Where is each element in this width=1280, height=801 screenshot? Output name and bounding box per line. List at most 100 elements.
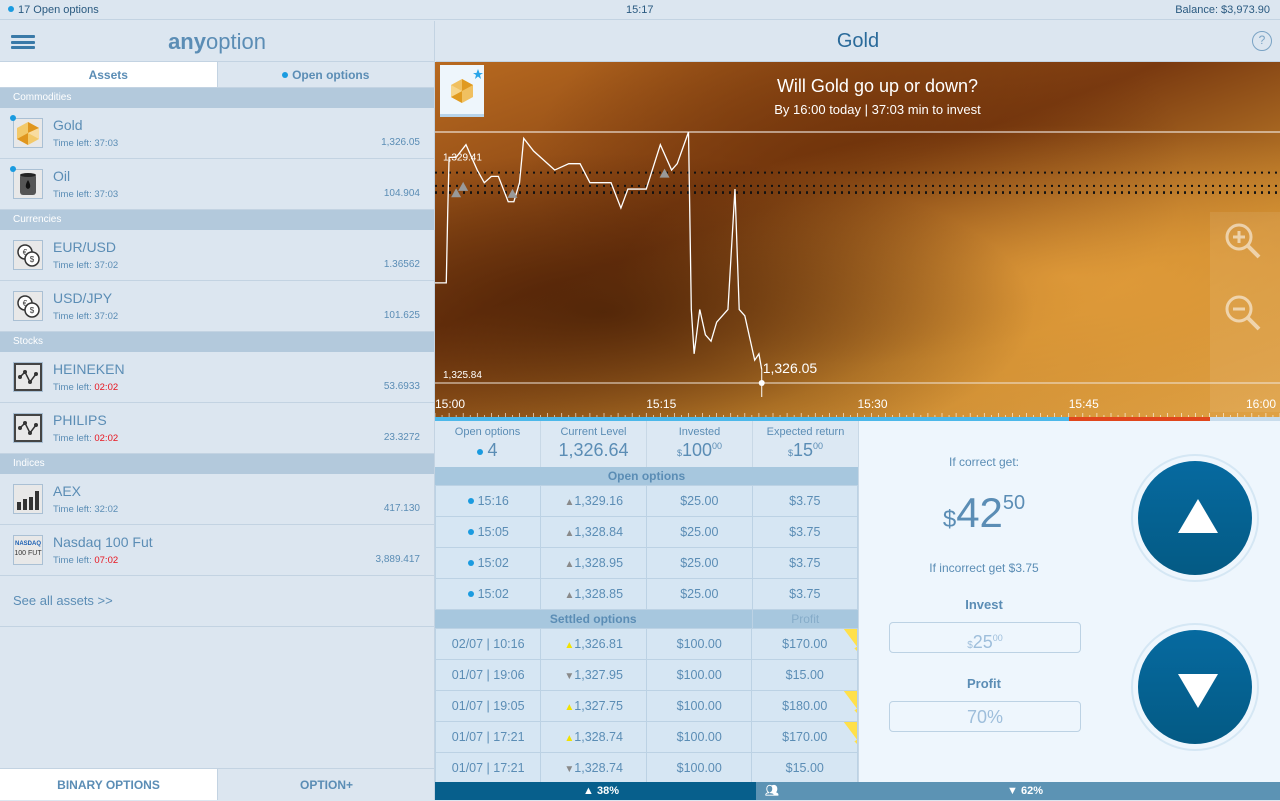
- x-tick-label: 15:30: [858, 397, 888, 411]
- settled-options-table: 02/07 | 10:16 ▲︎1,326.81 $100.00 $170.00 01/…: [434, 628, 858, 784]
- settled-option-row[interactable]: 01/07 | 19:06 ▼︎1,327.95 $100.00 $15.00: [434, 659, 858, 691]
- profit-select[interactable]: 70%: [889, 701, 1081, 732]
- svg-text:$: $: [30, 306, 35, 315]
- chart-subtitle: By 16:00 today | 37:03 min to invest: [774, 102, 981, 117]
- settled-options-header: Settled options: [435, 610, 753, 628]
- asset-name: USD/JPY: [53, 290, 113, 306]
- asset-sidebar: anyoption Assets Open options Commoditie…: [0, 21, 435, 800]
- category-header: Currencies: [0, 210, 434, 230]
- asset-item[interactable]: € $ EUR/USD Time left: 37:02 1.36562: [0, 230, 434, 281]
- settled-option-row[interactable]: 02/07 | 10:16 ▲︎1,326.81 $100.00 $170.00: [434, 628, 858, 660]
- tab-open-options[interactable]: Open options: [216, 62, 434, 87]
- asset-item[interactable]: PHILIPS Time left: 02:02 23.3272: [0, 403, 434, 454]
- trader-sentiment-bar: ▲︎ 38% 👥︎ ▼︎ 62%: [435, 782, 1280, 800]
- down-arrow-icon: ▼︎: [564, 671, 575, 682]
- asset-name: PHILIPS: [53, 412, 107, 428]
- asset-item[interactable]: € $ USD/JPY Time left: 37:02 101.625: [0, 281, 434, 332]
- currency-icon: € $: [13, 291, 43, 321]
- time-left: Time left: 37:02: [53, 260, 119, 271]
- settled-option-row[interactable]: 01/07 | 17:21 ▲︎1,328.74 $100.00 $170.00: [434, 721, 858, 753]
- tab-option-plus[interactable]: OPTION+: [217, 769, 435, 800]
- open-option-row[interactable]: 15:16 ▲︎1,329.16 $25.00 $3.75: [434, 485, 859, 517]
- current-level-stat: Current Level 1,326.64: [541, 421, 647, 467]
- open-options-header: Open options: [435, 467, 858, 485]
- page-title: Gold: [836, 30, 880, 52]
- call-up-button[interactable]: [1131, 454, 1259, 582]
- category-header: Commodities: [0, 88, 434, 108]
- open-options-stat: Open options 4: [435, 421, 541, 467]
- svg-text:€: €: [23, 248, 28, 257]
- asset-item[interactable]: HEINEKEN Time left: 02:02 53.6933: [0, 352, 434, 403]
- asset-item[interactable]: AEX Time left: 32:02 417.130: [0, 474, 434, 525]
- balance: Balance: $3,973.90: [1175, 4, 1270, 16]
- asset-item[interactable]: Oil Time left: 37:03 104.904: [0, 159, 434, 210]
- gold-icon: [13, 118, 43, 148]
- bottom-tabs: BINARY OPTIONS OPTION+: [0, 768, 435, 800]
- asset-name: AEX: [53, 483, 82, 499]
- stock-chart-icon: [13, 413, 43, 443]
- if-correct-label: If correct get:: [948, 455, 1020, 469]
- zoom-out-icon[interactable]: [1222, 292, 1262, 332]
- svg-text:€: €: [23, 299, 28, 308]
- asset-header: Gold ?: [436, 21, 1280, 62]
- up-arrow-icon: ▲︎: [564, 733, 575, 744]
- invested-stat: Invested $10000: [647, 421, 753, 467]
- tab-binary-options[interactable]: BINARY OPTIONS: [0, 769, 217, 800]
- up-arrow-icon: ▲︎: [564, 702, 575, 713]
- option-marker: [659, 168, 670, 178]
- time-left: Time left: 37:03: [53, 138, 119, 149]
- up-arrow-icon: ▲︎: [564, 640, 575, 651]
- sidebar-tabs: Assets Open options: [0, 62, 434, 88]
- asset-name: HEINEKEN: [53, 361, 125, 377]
- payout-amount: $4250: [942, 489, 1026, 536]
- dot-icon: [467, 591, 474, 597]
- tab-assets[interactable]: Assets: [0, 62, 217, 87]
- currency-icon: € $: [13, 240, 43, 270]
- time-left: Time left: 07:02: [53, 555, 119, 566]
- traders-icon: 👥︎: [765, 785, 779, 797]
- put-down-button[interactable]: [1131, 623, 1259, 751]
- sidebar-header: anyoption: [0, 21, 434, 62]
- up-arrow-icon: ▲︎: [564, 528, 575, 539]
- dot-icon: [467, 560, 474, 566]
- position-summary: Open options 4 Current Level 1,326.64 Inve…: [435, 421, 858, 467]
- asset-item[interactable]: Gold Time left: 37:03 1,326.05: [0, 108, 434, 159]
- x-tick-label: 15:45: [1069, 397, 1099, 411]
- open-options-indicator[interactable]: 17 Open options: [8, 4, 99, 16]
- asset-name: Oil: [53, 168, 71, 184]
- open-option-row[interactable]: 15:02 ▲︎1,328.85 $25.00 $3.75: [434, 578, 859, 610]
- if-incorrect-label: If incorrect get $3.75: [929, 561, 1039, 575]
- options-tables: Open options 15:16 ▲︎1,329.16 $25.00 $3.75 1…: [434, 467, 859, 784]
- open-option-row[interactable]: 15:05 ▲︎1,328.84 $25.00 $3.75: [434, 516, 859, 548]
- high-label: 1,329.41: [443, 153, 482, 164]
- price-chart[interactable]: 1,329.41 1,325.84 1,326.05 15:00 15:15 15:30 1…: [435, 62, 1280, 420]
- asset-list: Commodities Gold Time left: 37:03 1,326.…: [0, 88, 434, 576]
- asset-name: Nasdaq 100 Fut: [53, 534, 153, 550]
- sentiment-up: ▲︎ 38%: [583, 785, 619, 797]
- settled-option-row[interactable]: 01/07 | 19:05 ▲︎1,327.75 $100.00 $180.00: [434, 690, 858, 722]
- nasdaq-icon: NASDAQ 100 FUT: [13, 535, 43, 565]
- arrow-down-icon: [1178, 674, 1218, 708]
- see-all-assets-link[interactable]: See all assets >>: [0, 576, 434, 627]
- asset-price: 417.130: [383, 503, 420, 514]
- x-tick-label: 15:00: [435, 397, 465, 411]
- current-price-label: 1,326.05: [763, 360, 818, 376]
- help-icon[interactable]: ?: [1252, 31, 1272, 51]
- invest-input[interactable]: $2500: [889, 622, 1081, 653]
- open-option-row[interactable]: 15:02 ▲︎1,328.95 $25.00 $3.75: [434, 547, 859, 579]
- asset-price: 53.6933: [383, 381, 420, 392]
- chart-question: Will Gold go up or down?: [776, 76, 979, 96]
- open-position-dot-icon: [10, 115, 16, 121]
- category-header: Indices: [0, 454, 434, 474]
- zoom-in-icon[interactable]: [1222, 220, 1262, 260]
- time-left: Time left: 37:03: [53, 189, 119, 200]
- open-options-count: 17 Open options: [18, 4, 99, 16]
- option-marker: [458, 181, 469, 191]
- trade-panel: If correct get: $4250 If incorrect get $…: [858, 421, 1280, 782]
- asset-item[interactable]: NASDAQ 100 FUT Nasdaq 100 Fut Time left: …: [0, 525, 434, 576]
- sentiment-down: ▼︎ 62%: [1007, 785, 1043, 797]
- dot-icon: [8, 6, 14, 12]
- settled-option-row[interactable]: 01/07 | 17:21 ▼︎1,328.74 $100.00 $15.00: [434, 752, 858, 784]
- open-position-dot-icon: [10, 166, 16, 172]
- open-options-table: 15:16 ▲︎1,329.16 $25.00 $3.75 15:05 ▲︎1,328.8…: [434, 485, 859, 610]
